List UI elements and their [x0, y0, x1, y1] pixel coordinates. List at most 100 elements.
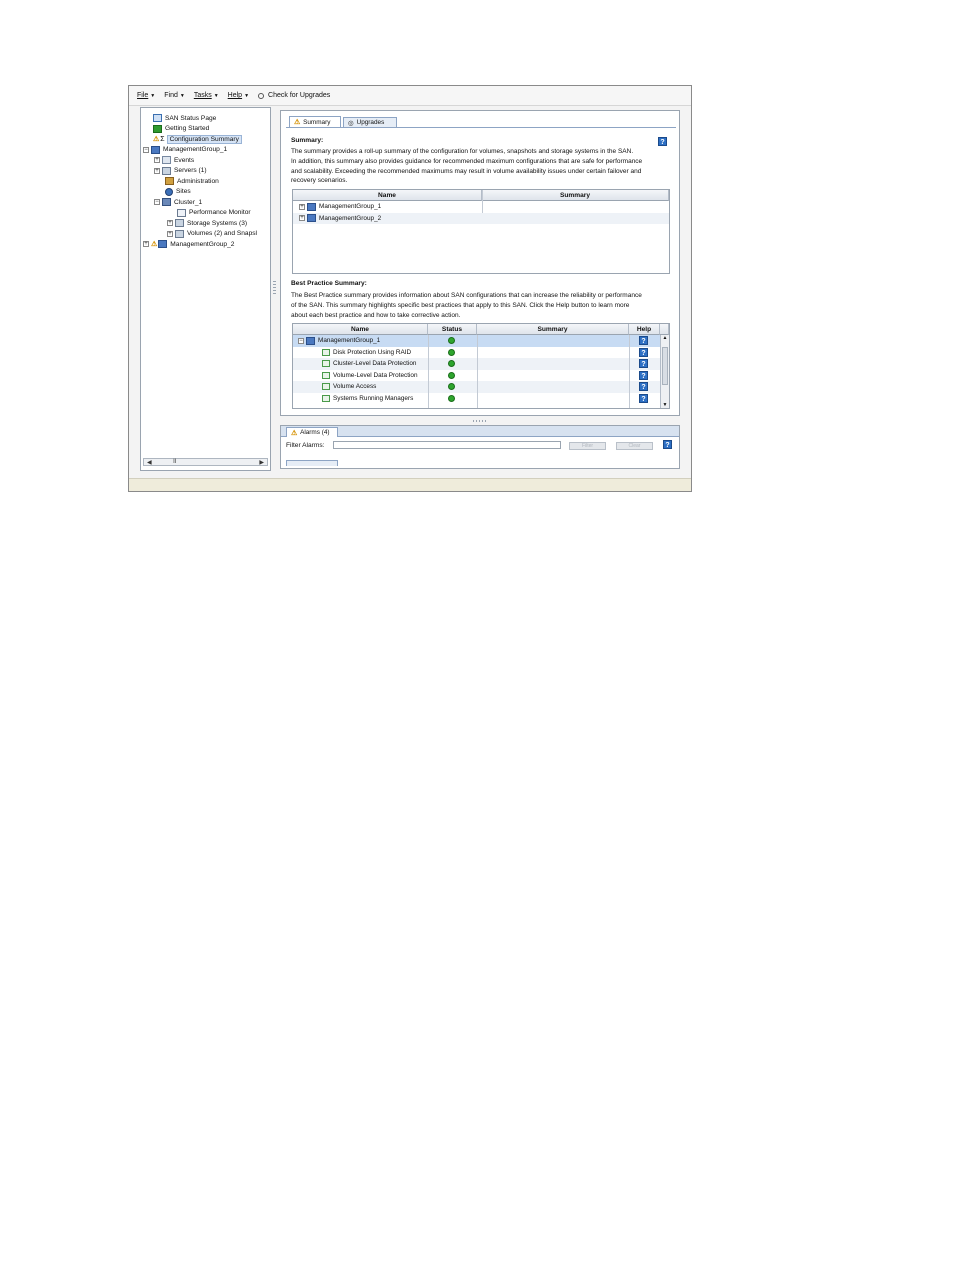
best-practice-heading: Best Practice Summary:	[291, 280, 367, 287]
table-row[interactable]: + ManagementGroup_2	[293, 212, 669, 224]
tree-item-configuration-summary[interactable]: ⚠ Σ Configuration Summary	[153, 134, 242, 144]
expand-icon[interactable]: +	[299, 203, 305, 210]
menu-find[interactable]: Find ▼	[164, 92, 185, 99]
warning-icon: ⚠	[294, 119, 301, 126]
collapse-icon[interactable]: −	[143, 146, 149, 153]
tree-item-san-status[interactable]: SAN Status Page	[153, 113, 216, 123]
tree-item-servers[interactable]: + Servers (1)	[154, 166, 207, 176]
management-group-icon	[306, 336, 315, 345]
status-ok-icon	[448, 394, 455, 402]
collapse-icon[interactable]: −	[298, 337, 304, 344]
scroll-up-icon[interactable]: ▲	[661, 335, 669, 341]
column-header-summary[interactable]: Summary	[482, 190, 669, 201]
warning-icon: ⚠	[153, 136, 160, 143]
vertical-splitter[interactable]	[273, 281, 276, 295]
column-header-status[interactable]: Status	[428, 324, 477, 335]
check-upgrades-button[interactable]: Check for Upgrades	[258, 92, 330, 99]
volumes-icon	[175, 229, 184, 238]
row-help-button[interactable]: ?	[639, 347, 648, 357]
scroll-down-icon[interactable]: ▼	[661, 402, 669, 408]
summary-table: Name Summary + ManagementGroup_1 + Manag…	[292, 189, 670, 274]
menu-tasks[interactable]: Tasks ▼	[194, 92, 219, 99]
app-window: File ▼ Find ▼ Tasks ▼ Help ▼ Check for Upgra…	[128, 85, 692, 492]
row-help-button[interactable]: ?	[639, 382, 648, 391]
check-icon	[322, 348, 330, 356]
expand-icon[interactable]: +	[167, 230, 173, 237]
menu-file[interactable]: File ▼	[137, 92, 155, 99]
summary-icon: Σ	[160, 135, 165, 143]
home-icon	[153, 114, 162, 122]
expand-icon[interactable]: +	[167, 220, 173, 226]
row-help-button[interactable]: ?	[639, 336, 648, 345]
tree-item-events[interactable]: + Events	[154, 155, 194, 165]
expand-icon[interactable]: +	[143, 241, 149, 247]
filter-alarms-input[interactable]	[333, 441, 561, 449]
tree-item-performance-monitor[interactable]: Performance Monitor	[177, 208, 251, 218]
alarms-panel: ⚠ Alarms (4) Filter Alarms: Filter Clear…	[280, 425, 680, 469]
tree-item-getting-started[interactable]: Getting Started	[153, 124, 209, 134]
tree-item-administration[interactable]: Administration	[165, 176, 219, 186]
tree-item-storage-systems[interactable]: + Storage Systems (3)	[167, 218, 247, 228]
best-practice-description: The Best Practice summary provides infor…	[291, 292, 642, 319]
summary-help-button[interactable]: ?	[658, 137, 667, 146]
getting-started-icon	[153, 124, 162, 133]
storage-systems-icon	[175, 219, 184, 227]
tree-item-management-group-2[interactable]: + ⚠ ManagementGroup_2	[143, 239, 234, 249]
check-icon	[322, 394, 330, 402]
management-group-icon	[307, 214, 316, 223]
tree-item-management-group-1[interactable]: − ManagementGroup_1	[143, 145, 227, 155]
summary-description: The summary provides a roll-up summary o…	[291, 148, 643, 185]
tree-horizontal-scrollbar[interactable]: ◀ II ▶	[143, 458, 268, 466]
cluster-icon	[162, 198, 171, 206]
expand-icon[interactable]: +	[154, 167, 160, 174]
chevron-down-icon: ▼	[244, 93, 250, 99]
status-ok-icon	[448, 337, 455, 344]
scroll-thumb[interactable]	[662, 347, 668, 385]
management-group-icon	[307, 202, 316, 211]
tab-upgrades[interactable]: ◎ Upgrades	[343, 117, 397, 127]
warning-icon: ⚠	[151, 241, 158, 248]
row-help-button[interactable]: ?	[639, 393, 648, 403]
status-ok-icon	[448, 360, 455, 367]
administration-icon	[165, 177, 174, 185]
column-header-summary[interactable]: Summary	[477, 324, 629, 335]
expand-icon[interactable]: +	[299, 215, 305, 222]
filter-alarms-label: Filter Alarms:	[286, 442, 325, 449]
scroll-thumb[interactable]: II	[173, 459, 176, 465]
events-icon	[162, 156, 171, 164]
status-ok-icon	[448, 348, 455, 356]
chevron-down-icon: ▼	[150, 93, 156, 99]
summary-heading: Summary:	[291, 137, 324, 144]
scroll-left-icon[interactable]: ◀	[147, 459, 152, 466]
menu-bar: File ▼ Find ▼ Tasks ▼ Help ▼ Check for Upgra…	[129, 86, 691, 106]
scroll-right-icon[interactable]: ▶	[259, 459, 264, 466]
horizontal-splitter[interactable]	[473, 420, 487, 422]
alarms-table-header	[286, 460, 338, 466]
column-header-help[interactable]: Help	[629, 324, 660, 335]
chevron-down-icon: ▼	[213, 93, 219, 99]
column-header-name[interactable]: Name	[293, 324, 428, 335]
collapse-icon[interactable]: −	[154, 199, 160, 205]
clear-button[interactable]: Clear	[616, 442, 653, 450]
table-row[interactable]: + ManagementGroup_1	[293, 201, 669, 213]
filter-button[interactable]: Filter	[569, 442, 606, 450]
warning-icon: ⚠	[291, 429, 298, 437]
menu-help[interactable]: Help ▼	[228, 92, 249, 99]
performance-monitor-icon	[177, 208, 186, 217]
expand-icon[interactable]: +	[154, 157, 160, 163]
table-vertical-scrollbar[interactable]: ▲ ▼	[660, 335, 669, 408]
chevron-down-icon: ▼	[179, 93, 185, 99]
management-group-icon	[151, 145, 160, 154]
tab-alarms[interactable]: ⚠ Alarms (4)	[286, 427, 338, 437]
alarms-help-button[interactable]: ?	[663, 440, 672, 449]
tree-item-volumes[interactable]: + Volumes (2) and Snapsl	[167, 229, 257, 239]
row-help-button[interactable]: ?	[639, 359, 648, 368]
servers-icon	[162, 166, 171, 175]
tab-summary[interactable]: ⚠ Summary	[289, 116, 341, 127]
tab-bar: ⚠ Summary ◎ Upgrades	[286, 116, 676, 128]
row-help-button[interactable]: ?	[639, 370, 648, 380]
column-header-name[interactable]: Name	[293, 190, 482, 201]
status-bar	[129, 478, 691, 491]
tree-item-cluster-1[interactable]: − Cluster_1	[154, 197, 202, 207]
tree-item-sites[interactable]: Sites	[165, 187, 191, 197]
